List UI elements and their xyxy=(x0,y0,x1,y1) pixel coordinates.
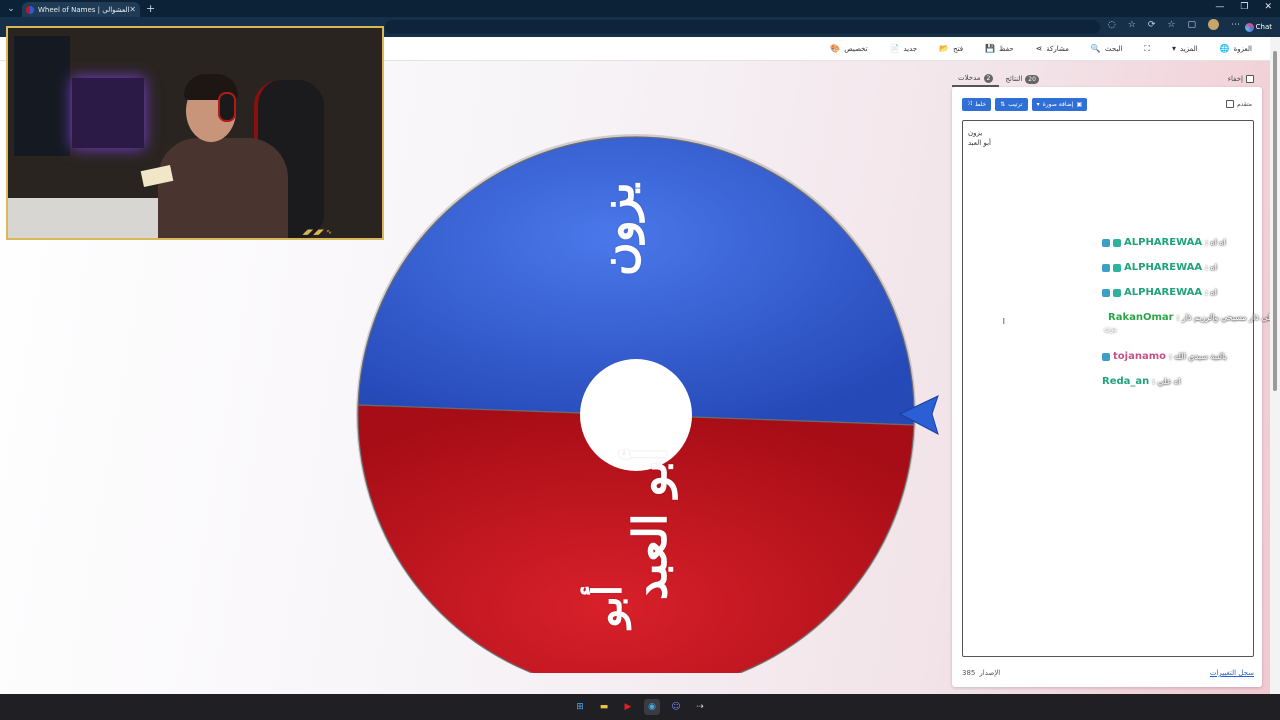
browser-icon[interactable]: ◉ xyxy=(644,699,660,715)
youtube-icon[interactable]: ▶ xyxy=(620,699,636,715)
shuffle-icon: ⤨ xyxy=(967,100,972,107)
address-field[interactable] xyxy=(385,20,1100,34)
tab-close-icon[interactable]: ✕ xyxy=(129,5,136,14)
panel-footer: 385 الإصدار سجل التغييرات xyxy=(962,667,1254,679)
chat-message: ALPHAREWAA : اه xyxy=(1102,280,1272,305)
scrollbar-thumb[interactable] xyxy=(1273,51,1277,391)
advanced-checkbox[interactable] xyxy=(1226,100,1235,108)
entry-item: أبو العبد xyxy=(968,139,991,147)
toolbar-search[interactable]: 🔍 البحث xyxy=(1091,44,1123,53)
close-window-icon[interactable]: ✕ xyxy=(1264,2,1272,12)
extensions-icon[interactable]: ⟳ xyxy=(1148,20,1156,30)
tab-title: Wheel of Names | ناصر العشوالي xyxy=(38,5,130,14)
stream-chat-overlay: ALPHAREWAA : اه اه ALPHAREWAA : اه ALPHA… xyxy=(1102,230,1275,394)
webcam-headset xyxy=(218,92,236,122)
maximize-icon[interactable]: ❐ xyxy=(1240,2,1248,12)
toolbar-more[interactable]: ▾ المزيد xyxy=(1172,44,1198,53)
toolbar-language[interactable]: 🌐 العزوة xyxy=(1220,44,1252,53)
chevron-down-icon: ▾ xyxy=(1172,44,1177,53)
save-icon: 💾 xyxy=(985,44,996,53)
search-icon: 🔍 xyxy=(1090,44,1101,53)
minimize-icon[interactable]: — xyxy=(1215,2,1224,12)
chat-message-continuation: يزن xyxy=(1104,324,1117,333)
entries-count-badge: 2 xyxy=(983,73,994,83)
wheel-label-red: أبو العبد xyxy=(623,447,678,601)
sort-icon: ⇅ xyxy=(1000,100,1006,108)
browser-menu-icon[interactable]: ⋯ xyxy=(1231,20,1240,30)
wheel-label-red-outer: أبو xyxy=(583,585,631,628)
badge-icon xyxy=(1113,263,1121,272)
wheel-label-blue: يزون xyxy=(590,181,645,277)
copilot-icon xyxy=(1244,22,1254,32)
wheel-favicon-icon xyxy=(26,5,34,14)
add-image-button[interactable]: ▾ إضافة صورة ▣ xyxy=(1031,97,1088,111)
badge-icon xyxy=(1113,238,1121,247)
discord-icon[interactable]: ☺ xyxy=(668,699,684,715)
chat-message: Reda_an : اه علي xyxy=(1102,376,1181,387)
text-cursor: I xyxy=(1002,317,1005,326)
os-taskbar: ⊞ ▬ ▶ ◉ ☺ ⇢ xyxy=(0,694,1280,720)
windows-start-icon[interactable]: ⊞ xyxy=(572,699,588,715)
toolbar-share[interactable]: ⋖ مشاركة xyxy=(1036,44,1069,53)
toolbar-fullscreen[interactable]: ⛶ xyxy=(1144,44,1150,54)
webcam-pc-case xyxy=(72,78,144,148)
entry-item: يزون xyxy=(968,129,983,137)
window-controls: — ❐ ✕ xyxy=(1215,2,1272,12)
toolbar-new[interactable]: 📄 جديد xyxy=(890,44,918,53)
palette-icon: 🎨 xyxy=(830,44,841,53)
badge-icon xyxy=(1102,238,1110,247)
hide-checkbox[interactable] xyxy=(1246,75,1254,83)
chat-message: ALPHAREWAA : اه xyxy=(1102,255,1272,280)
panel-tabs: إخفاء النتائج 20 مدخلات 2 xyxy=(952,71,1262,87)
entries-counter: 385 الإصدار xyxy=(962,669,1001,677)
sort-button[interactable]: ⇅ ترتيب xyxy=(995,97,1028,111)
badge-icon xyxy=(1113,288,1121,297)
tab-results[interactable]: النتائج 20 xyxy=(999,71,1045,87)
collections-icon[interactable]: ☆ xyxy=(1167,20,1175,30)
new-tab-button[interactable]: + xyxy=(146,2,155,15)
browser-tab-wheel-of-names[interactable]: Wheel of Names | ناصر العشوالي ✕ xyxy=(22,2,140,17)
webcam-logo: ◢◤◢◤ ∿ xyxy=(302,228,332,236)
webcam-scene xyxy=(8,28,382,238)
page-scrollbar[interactable] xyxy=(1270,37,1280,694)
file-explorer-icon[interactable]: ▬ xyxy=(596,699,612,715)
favorite-star-icon[interactable]: ☆ xyxy=(1128,20,1136,30)
entries-list: يزون أبو العبد xyxy=(968,128,991,148)
chat-message: ALPHAREWAA : اه اه xyxy=(1102,230,1272,255)
webcam-person-body xyxy=(158,138,288,238)
toolbar-save[interactable]: 💾 حفظ xyxy=(985,44,1013,53)
chevron-down-icon: ▾ xyxy=(1036,100,1040,108)
results-count-badge: 20 xyxy=(1025,74,1039,84)
tracking-icon[interactable]: ◌ xyxy=(1108,20,1116,30)
entries-actions: ⤨ خلط ⇅ ترتيب ▾ إضافة صورة ▣ متقدم xyxy=(962,97,1252,111)
copilot-chat-button[interactable]: Chat xyxy=(1241,20,1276,34)
browser-tab-strip: ⌄ Wheel of Names | ناصر العشوالي ✕ + — ❐… xyxy=(0,0,1280,17)
changelog-link[interactable]: سجل التغييرات xyxy=(1210,669,1254,677)
toolbar-customize[interactable]: 🎨 تخصيص xyxy=(830,44,867,53)
share-icon: ⋖ xyxy=(1035,44,1043,53)
browser-action-icons: ◌ ☆ ⟳ ☆ ▢ ⋯ xyxy=(1108,19,1240,30)
tab-list-icon[interactable]: ⌄ xyxy=(0,4,22,14)
advanced-toggle[interactable]: متقدم xyxy=(1226,100,1252,108)
badge-icon xyxy=(1102,288,1110,297)
badge-icon xyxy=(1102,263,1110,272)
profile-avatar[interactable] xyxy=(1208,19,1219,30)
webcam-monitor xyxy=(14,36,70,156)
folder-open-icon: 📂 xyxy=(939,44,950,53)
new-file-icon: 📄 xyxy=(889,44,900,53)
webcam-overlay: ◢◤◢◤ ∿ xyxy=(6,26,384,240)
app-icon[interactable]: ⇢ xyxy=(692,699,708,715)
chat-label: Chat xyxy=(1255,23,1272,31)
image-icon: ▣ xyxy=(1076,100,1083,108)
badge-icon xyxy=(1102,352,1110,361)
fullscreen-icon: ⛶ xyxy=(1144,43,1151,53)
hide-panel-toggle[interactable]: إخفاء xyxy=(1228,75,1254,83)
tab-entries[interactable]: مدخلات 2 xyxy=(952,71,1000,87)
shuffle-button[interactable]: ⤨ خلط xyxy=(962,97,992,111)
globe-icon: 🌐 xyxy=(1219,44,1230,53)
toolbar-open[interactable]: 📂 فتح xyxy=(939,44,963,53)
chat-message: tojanamo : بالنية سيدي الله xyxy=(1102,344,1272,369)
split-screen-icon[interactable]: ▢ xyxy=(1187,20,1196,30)
